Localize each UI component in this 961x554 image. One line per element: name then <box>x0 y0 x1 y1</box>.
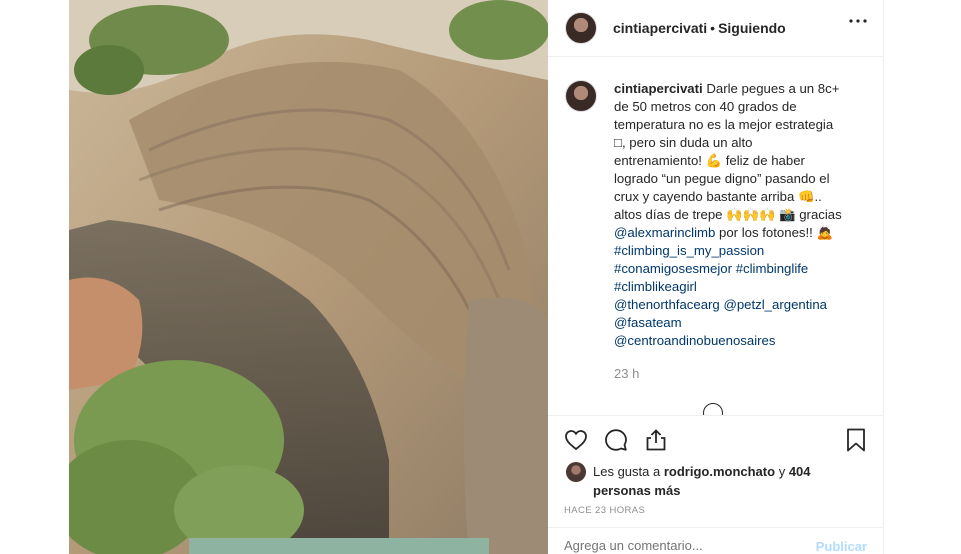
comment-bar: Publicar <box>548 527 883 554</box>
mention-link[interactable]: @fasateam <box>614 315 682 330</box>
caption-line-1: Darle pegues a un 8c+ <box>706 81 840 96</box>
climbing-cliff-image <box>69 0 548 554</box>
header-text: cintiapercivati • Siguiendo <box>613 19 786 37</box>
caption-line-2: de 50 metros con 40 grados de <box>614 99 797 114</box>
mention-link[interactable]: @thenorthfacearg <box>614 297 720 312</box>
separator-dot: • <box>710 20 716 36</box>
post-photo[interactable] <box>69 0 548 554</box>
share-icon[interactable] <box>644 428 668 452</box>
caption-username[interactable]: cintiapercivati <box>614 81 703 96</box>
post-header: cintiapercivati • Siguiendo <box>548 0 883 57</box>
caption-line-3: temperatura no es la mejor estrategia <box>614 117 834 132</box>
mention-link[interactable]: @petzl_argentina <box>723 297 827 312</box>
caption-line-5: entrenamiento! <box>614 153 702 168</box>
caption-line-11: gracias <box>799 207 842 222</box>
liker-avatar[interactable] <box>566 462 586 482</box>
post-date: HACE 23 HORAS <box>564 505 646 516</box>
fist-icon: 👊 <box>798 189 815 204</box>
person-bowing-icon: 🙇 <box>816 225 833 240</box>
post-actions: Les gusta a rodrigo.monchato y 404 perso… <box>548 415 883 528</box>
likes-conjunction: y <box>778 464 786 479</box>
load-more-comments-icon[interactable] <box>703 403 723 415</box>
caption-line-8: crux y cayendo bastante arriba <box>614 189 795 204</box>
caption-section: cintiapercivati Darle pegues a un 8c+ de… <box>548 57 883 415</box>
hashtag-link[interactable]: #climblikeagirl <box>614 279 697 294</box>
comment-icon[interactable] <box>604 428 628 452</box>
heart-icon[interactable] <box>564 428 588 452</box>
caption-line-12: por los fotones!! <box>719 225 813 240</box>
flexed-arm-icon: 💪 <box>705 153 723 168</box>
mention-photographer[interactable]: @alexmarinclimb <box>614 225 715 240</box>
caption-line-4: □, pero sin duda un alto <box>614 135 753 150</box>
caption-line-7: logrado “un pegue digno” pasando el <box>614 171 830 186</box>
bookmark-icon[interactable] <box>846 428 866 452</box>
avatar[interactable] <box>565 12 597 44</box>
caption-time-ago: 23 h <box>614 366 640 381</box>
post-side-panel: cintiapercivati • Siguiendo cintiapercivat… <box>548 0 884 554</box>
likes-prefix: Les gusta a <box>593 464 661 479</box>
hashtag-link[interactable]: #climbinglife <box>736 261 809 276</box>
comment-input[interactable] <box>564 536 794 554</box>
caption-line-10: altos días de trepe <box>614 207 723 222</box>
follow-button[interactable]: Siguiendo <box>718 20 786 36</box>
hashtag-link[interactable]: #climbing_is_my_passion <box>614 243 764 258</box>
username-link[interactable]: cintiapercivati <box>613 20 707 36</box>
people-raising-hands-icon: 🙌🙌🙌 <box>726 207 776 222</box>
action-icons-row <box>564 428 867 452</box>
caption-text: cintiapercivati Darle pegues a un 8c+ de… <box>614 80 854 350</box>
caption-avatar[interactable] <box>565 80 597 112</box>
publish-button[interactable]: Publicar <box>816 539 867 554</box>
liker-username[interactable]: rodrigo.monchato <box>664 464 775 479</box>
mention-link[interactable]: @centroandinobuenosaires <box>614 333 776 348</box>
more-options-icon[interactable] <box>849 19 867 23</box>
camera-icon: 📸 <box>779 207 796 222</box>
caption-line-6: feliz de haber <box>725 153 805 168</box>
caption-line-9: .. <box>814 189 822 204</box>
hashtag-link[interactable]: #conamigosesmejor <box>614 261 732 276</box>
